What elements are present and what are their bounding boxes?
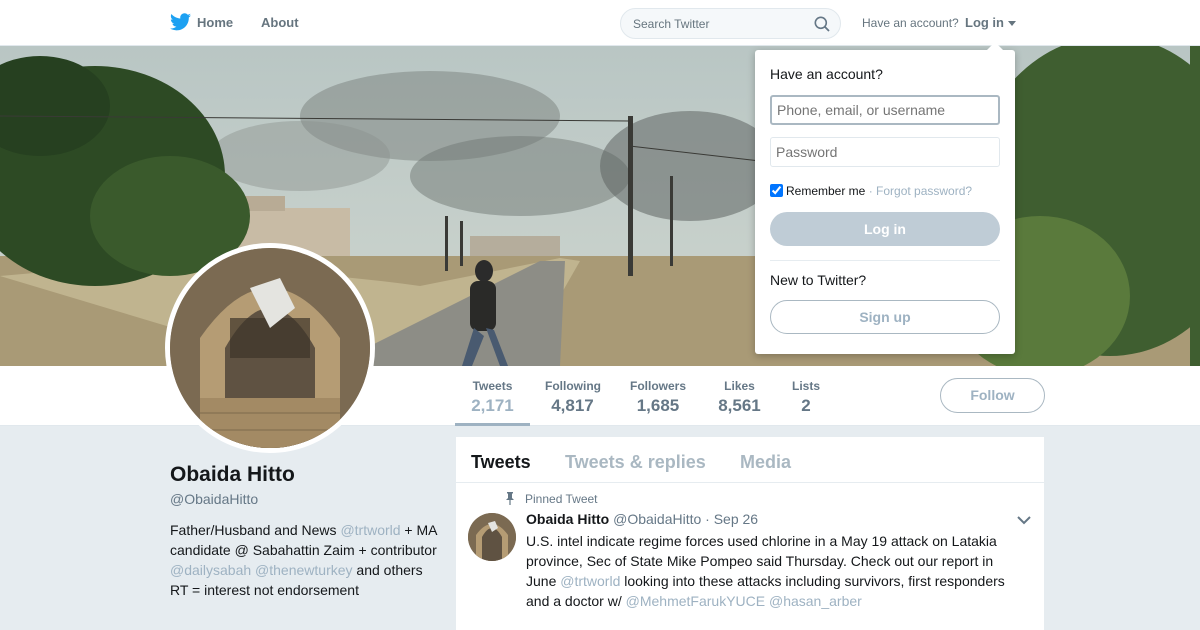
nav-about-link[interactable]: About <box>261 15 299 30</box>
tweet-mention[interactable]: @hasan_arber <box>769 593 862 609</box>
have-account-text: Have an account? <box>862 16 959 30</box>
new-to-twitter-text: New to Twitter? <box>770 272 867 288</box>
nav-home-link[interactable]: Home <box>197 15 233 30</box>
bio-mention[interactable]: @thenewturkey <box>255 562 352 578</box>
login-dropdown: Have an account? Remember me · Forgot pa… <box>755 42 1015 354</box>
password-field[interactable] <box>770 137 1000 167</box>
pinned-tweet-label: Pinned Tweet <box>525 492 598 506</box>
login-dropdown-title: Have an account? <box>770 66 883 82</box>
stat-value: 2 <box>801 396 811 415</box>
stat-tweets[interactable]: Tweets 2,171 <box>470 379 515 416</box>
tab-tweets-replies[interactable]: Tweets & replies <box>565 452 706 473</box>
remember-me-label[interactable]: Remember me <box>786 184 865 198</box>
dropdown-divider <box>770 260 1000 261</box>
stat-likes[interactable]: Likes 8,561 <box>717 379 762 416</box>
twitter-bird-icon[interactable] <box>170 13 191 31</box>
search-icon[interactable] <box>814 16 830 32</box>
follow-button[interactable]: Follow <box>940 378 1045 413</box>
username-field[interactable] <box>770 95 1000 125</box>
login-button[interactable]: Log in <box>770 212 1000 246</box>
chevron-down-icon[interactable] <box>1017 515 1031 525</box>
tab-media[interactable]: Media <box>740 452 791 473</box>
tweet-mention[interactable]: @trtworld <box>560 573 620 589</box>
avatar-image <box>170 248 370 448</box>
stat-following[interactable]: Following 4,817 <box>545 379 601 416</box>
tweet-avatar-image <box>468 513 516 561</box>
stat-label: Lists <box>791 379 820 393</box>
stat-followers[interactable]: Followers 1,685 <box>630 379 686 416</box>
search-placeholder: Search Twitter <box>633 17 710 31</box>
remember-me-checkbox[interactable] <box>770 184 783 197</box>
tweet-date[interactable]: · Sep 26 <box>705 511 758 527</box>
timeline: Tweets Tweets & replies Media Pinned Twe… <box>456 437 1044 630</box>
bio-mention[interactable]: @dailysabah <box>170 562 251 578</box>
tweet-mention[interactable]: @MehmetFarukYUCE <box>626 593 765 609</box>
bio-text: Father/Husband and News <box>170 522 341 538</box>
stat-label: Following <box>545 379 601 393</box>
profile-bio: Father/Husband and News @trtworld + MA c… <box>170 520 440 600</box>
top-navigation: Home About Search Twitter Have an accoun… <box>0 0 1200 46</box>
stat-value: 8,561 <box>718 396 761 415</box>
tweet-header: Obaida Hitto @ObaidaHitto · Sep 26 <box>526 511 758 527</box>
search-input[interactable]: Search Twitter <box>620 8 841 39</box>
timeline-tabs: Tweets Tweets & replies Media <box>456 437 1044 483</box>
stat-label: Followers <box>630 379 687 393</box>
active-stat-underline <box>455 423 530 426</box>
profile-avatar[interactable] <box>165 243 375 453</box>
stat-label: Tweets <box>472 379 513 393</box>
stat-lists[interactable]: Lists 2 <box>791 379 821 416</box>
tweet-text: U.S. intel indicate regime forces used c… <box>526 531 1026 611</box>
tweet-avatar[interactable] <box>468 513 516 561</box>
profile-name[interactable]: Obaida Hitto <box>170 463 295 487</box>
profile-handle[interactable]: @ObaidaHitto <box>170 491 258 507</box>
remember-me-row: Remember me · Forgot password? <box>770 184 972 198</box>
tweet-author-name[interactable]: Obaida Hitto <box>526 511 609 527</box>
login-menu-link[interactable]: Log in <box>965 15 1004 30</box>
stat-value: 2,171 <box>471 396 514 415</box>
bio-mention[interactable]: @trtworld <box>340 522 400 538</box>
tab-tweets[interactable]: Tweets <box>471 452 531 473</box>
stat-value: 4,817 <box>551 396 594 415</box>
stat-value: 1,685 <box>636 396 680 415</box>
caret-down-icon[interactable] <box>1008 21 1016 26</box>
forgot-password-link[interactable]: Forgot password? <box>876 184 972 198</box>
signup-button[interactable]: Sign up <box>770 300 1000 334</box>
separator-dot: · <box>865 184 877 198</box>
tweet-author-handle[interactable]: @ObaidaHitto <box>613 511 701 527</box>
pin-icon <box>506 492 514 505</box>
stat-label: Likes <box>724 379 755 393</box>
